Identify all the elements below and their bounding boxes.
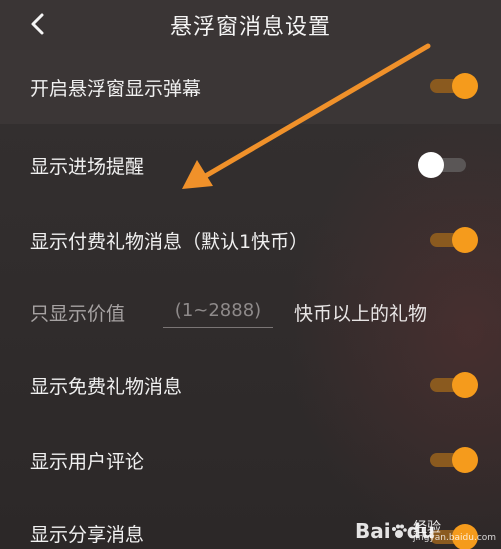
toggle-entry-reminder[interactable] <box>418 151 466 179</box>
toggle-free-gift[interactable] <box>430 371 478 399</box>
value-filter-suffix: 快币以上的礼物 <box>294 303 428 325</box>
toggle-knob <box>452 447 478 473</box>
setting-row-paid-gift: 显示付费礼物消息（默认1快币） <box>0 200 501 278</box>
toggle-knob <box>452 372 478 398</box>
toggle-floating-danmaku[interactable] <box>430 72 478 100</box>
toggle-knob <box>452 227 478 253</box>
gift-value-filter-row: 只显示价值 快币以上的礼物 <box>0 278 501 348</box>
page-title: 悬浮窗消息设置 <box>169 15 331 40</box>
setting-row-entry-reminder: 显示进场提醒 <box>0 124 501 200</box>
setting-row-floating-danmaku: 开启悬浮窗显示弹幕 <box>0 50 501 124</box>
toggle-paid-gift[interactable] <box>430 226 478 254</box>
setting-label: 开启悬浮窗显示弹幕 <box>30 78 202 100</box>
setting-label: 显示免费礼物消息 <box>30 376 183 398</box>
setting-row-user-comment: 显示用户评论 <box>0 422 501 498</box>
setting-label: 显示进场提醒 <box>30 156 145 178</box>
baidu-jingyan-watermark: Bai du 经验 jingyan.baidu.com <box>355 517 496 547</box>
setting-label: 显示用户评论 <box>30 451 145 473</box>
title-bar: 悬浮窗消息设置 <box>0 0 501 50</box>
watermark-url: jingyan.baidu.com <box>413 533 497 543</box>
setting-label: 显示分享消息 <box>30 524 145 546</box>
paw-icon <box>391 524 407 538</box>
gift-value-input[interactable] <box>163 294 273 328</box>
toggle-user-comment[interactable] <box>430 446 478 474</box>
toggle-knob <box>418 152 444 178</box>
setting-row-free-gift: 显示免费礼物消息 <box>0 348 501 422</box>
setting-label: 显示付费礼物消息（默认1快币） <box>30 231 309 253</box>
toggle-knob <box>452 73 478 99</box>
value-filter-prefix: 只显示价值 <box>30 303 126 325</box>
